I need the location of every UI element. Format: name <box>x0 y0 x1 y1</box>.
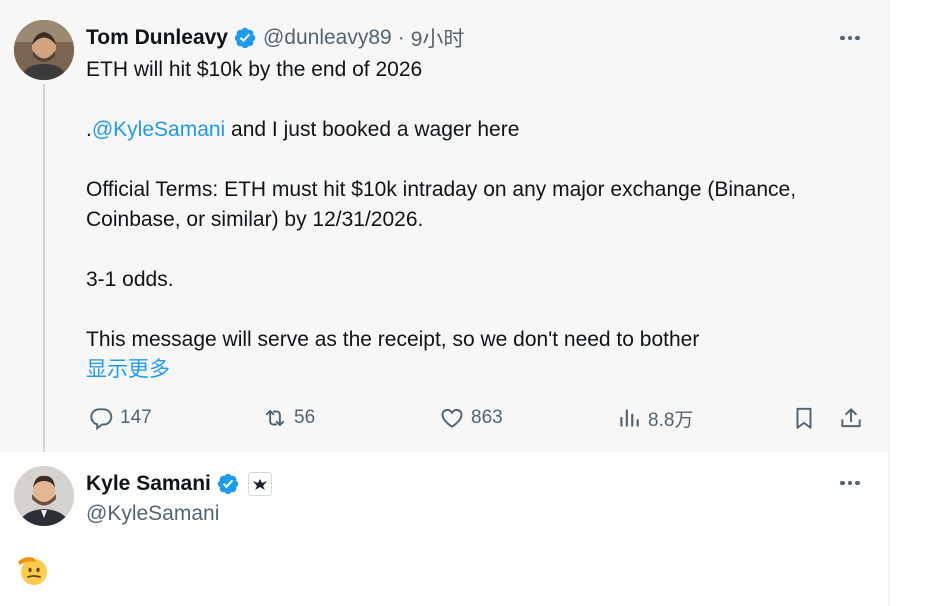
scrollbar-area[interactable] <box>888 0 930 606</box>
tweet-text-line: This message will serve as the receipt, … <box>86 328 700 351</box>
share-icon <box>841 408 861 428</box>
author-name[interactable]: Kyle Samani <box>86 472 211 496</box>
like-count: 863 <box>471 407 503 428</box>
tweet-text-line: .@KyleSamani and I just booked a wager h… <box>86 115 519 145</box>
thread-connector-line <box>43 84 45 452</box>
like-button[interactable]: 863 <box>439 401 503 435</box>
views-button[interactable]: 8.8万 <box>616 401 693 435</box>
bookmark-button[interactable] <box>791 401 817 435</box>
like-icon <box>441 408 463 428</box>
verified-badge-icon[interactable] <box>233 26 257 50</box>
mention-link[interactable]: @KyleSamani <box>92 118 225 141</box>
quoted-tweet[interactable]: Tom Dunleavy @dunleavy89 · 9小时 ETH will … <box>0 0 888 452</box>
author-handle[interactable]: @KyleSamani <box>86 500 219 528</box>
author-name[interactable]: Tom Dunleavy <box>86 26 228 50</box>
verified-badge-icon[interactable] <box>216 472 240 496</box>
tweet-text-line: Coinbase, or similar) by 12/31/2026. <box>86 208 424 231</box>
timestamp[interactable]: 9小时 <box>411 23 465 53</box>
reply-count: 147 <box>120 407 152 428</box>
tweet-text-line: ETH will hit $10k by the end of 2026 <box>86 58 423 81</box>
timeline: Tom Dunleavy @dunleavy89 · 9小时 ETH will … <box>0 0 888 606</box>
more-options-icon[interactable] <box>836 473 864 493</box>
show-more-link[interactable]: 显示更多 <box>86 355 170 385</box>
tweet-header: Kyle Samani <box>86 469 272 499</box>
bookmark-icon <box>796 407 812 429</box>
share-button[interactable] <box>838 401 864 435</box>
views-icon <box>620 409 639 427</box>
repost-button[interactable]: 56 <box>262 401 315 435</box>
reply-button[interactable]: 147 <box>88 401 152 435</box>
reply-icon <box>90 408 113 431</box>
affiliation-badge-icon[interactable] <box>247 472 272 496</box>
author-handle[interactable]: @dunleavy89 <box>263 26 392 50</box>
more-options-icon[interactable] <box>836 28 864 48</box>
tweet-text-line: Official Terms: ETH must hit $10k intrad… <box>86 178 797 201</box>
avatar[interactable] <box>14 466 74 526</box>
tweet-header: Tom Dunleavy @dunleavy89 · 9小时 <box>86 23 464 53</box>
repost-icon <box>265 409 285 427</box>
tweet-text-line: 3-1 odds. <box>86 268 174 291</box>
view-count: 8.8万 <box>648 409 694 431</box>
saluting-face-emoji <box>16 553 50 587</box>
text-suffix: and I just booked a wager here <box>225 118 520 141</box>
separator-dot: · <box>397 26 405 49</box>
avatar[interactable] <box>14 20 74 80</box>
repost-count: 56 <box>294 407 316 428</box>
